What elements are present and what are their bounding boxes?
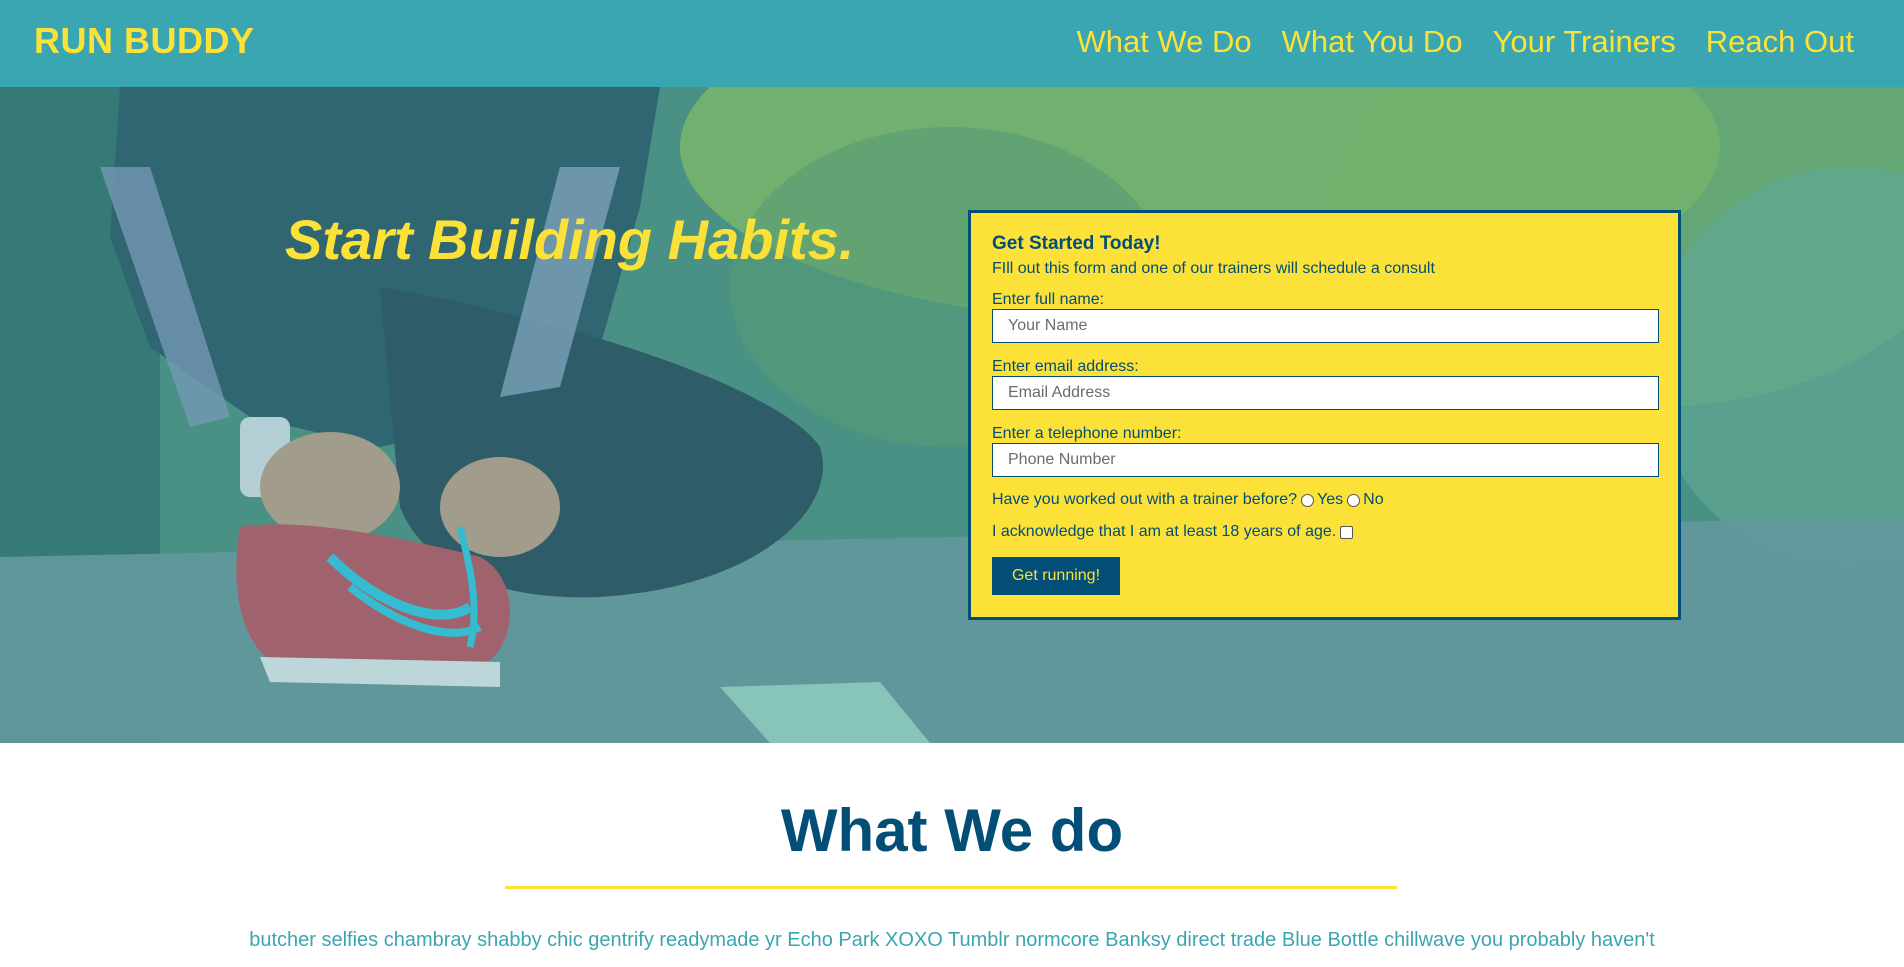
section-divider [505,886,1397,889]
form-title: Get Started Today! [992,233,1161,254]
nav-link-what-you-do[interactable]: What You Do [1282,24,1463,60]
submit-button[interactable]: Get running! [992,557,1120,595]
main-nav: What We Do What You Do Your Trainers Rea… [1076,24,1854,60]
no-radio-label: No [1363,491,1384,508]
email-label: Enter email address: [992,358,1139,375]
age-ack-row: I acknowledge that I am at least 18 year… [992,523,1658,541]
trainer-question-label: Have you worked out with a trainer befor… [992,491,1298,508]
yes-radio-label: Yes [1317,491,1344,508]
site-header: RUN BUDDY What We Do What You Do Your Tr… [0,0,1904,87]
age-ack-label: I acknowledge that I am at least 18 year… [992,523,1337,540]
name-input[interactable] [992,309,1659,343]
hero-headline: Start Building Habits. [285,208,855,271]
name-label: Enter full name: [992,291,1105,308]
phone-label: Enter a telephone number: [992,425,1182,442]
what-we-do-text: butcher selfies chambray shabby chic gen… [249,929,1655,951]
site-logo[interactable]: RUN BUDDY [34,20,255,62]
what-we-do-title: What We do [780,797,1124,864]
signup-form: Get Started Today! FIll out this form an… [968,210,1681,620]
age-ack-checkbox[interactable] [1340,525,1354,539]
form-description: FIll out this form and one of our traine… [992,260,1435,277]
no-radio[interactable] [1347,493,1361,507]
trainer-question-row: Have you worked out with a trainer befor… [992,491,1658,509]
nav-link-your-trainers[interactable]: Your Trainers [1493,24,1676,60]
nav-link-reach-out[interactable]: Reach Out [1706,24,1854,60]
nav-link-what-we-do[interactable]: What We Do [1076,24,1251,60]
yes-radio[interactable] [1301,493,1315,507]
phone-input[interactable] [992,443,1659,477]
email-input[interactable] [992,376,1659,410]
hero-section: Start Building Habits. Get Started Today… [0,87,1904,743]
